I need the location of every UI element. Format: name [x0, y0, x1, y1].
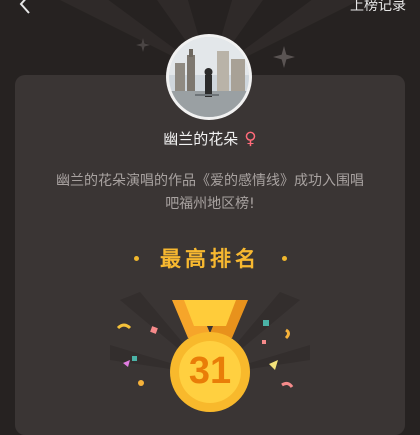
- rank-number: 31: [188, 350, 232, 392]
